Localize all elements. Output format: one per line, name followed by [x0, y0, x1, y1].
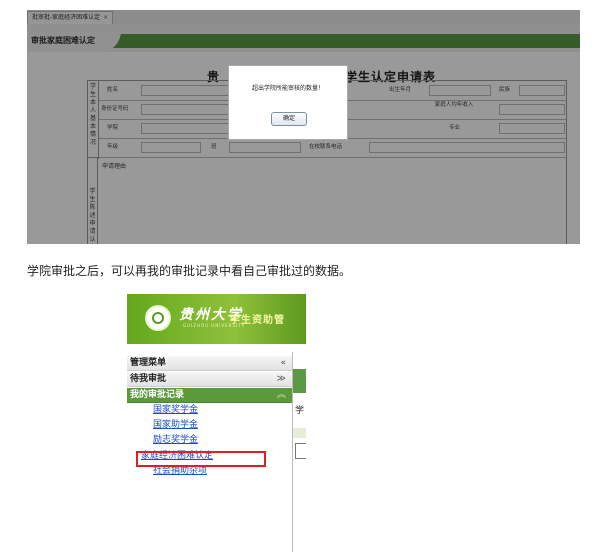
menu-item-national-scholarship[interactable]: 国家奖学金 [153, 405, 198, 416]
collapse-icon[interactable]: « [280, 356, 286, 371]
ok-button[interactable]: 确定 [271, 112, 307, 126]
menu-screenshot: 贵州大学 GUIZHOU UNIVERSITY 学生资助管 管理菜单 « 待我审… [127, 294, 306, 552]
content-header-band [293, 369, 306, 393]
content-band [293, 428, 306, 438]
content-box [295, 443, 306, 459]
emblem-ring [152, 312, 164, 324]
menu-item-national-grant[interactable]: 国家助学金 [153, 420, 198, 431]
approval-screenshot: 批审批-家庭经济困难认定 × 审批家庭困难认定 贵 学生认定申请表 学生本人基本情… [27, 10, 580, 244]
alert-dialog: 超出学院所能审核的数量！ 确定 [228, 65, 348, 140]
system-title: 学生资助管 [230, 315, 285, 326]
expand-icon[interactable]: ≫ [277, 372, 286, 387]
pending-label: 待我审批 [130, 374, 167, 384]
content-pane-text: 学 [295, 406, 305, 416]
menu-item-social-donation[interactable]: 社会捐助杂项 [153, 466, 207, 477]
menu-section-my-records[interactable]: 我的审批记录 ︽ [127, 388, 292, 403]
caption-text: 学院审批之后，可以再我的审批记录中看自己审批过的数据。 [27, 264, 352, 278]
site-banner: 贵州大学 GUIZHOU UNIVERSITY 学生资助管 [127, 294, 306, 344]
menu-section-pending[interactable]: 待我审批 ≫ [127, 372, 292, 387]
menu-header-label: 管理菜单 [130, 358, 167, 368]
content-pane: 学 [293, 352, 306, 552]
university-emblem-icon [145, 305, 171, 331]
my-records-label: 我的审批记录 [130, 390, 185, 400]
dialog-message: 超出学院所能审核的数量！ [251, 85, 324, 92]
sidebar-menu: 管理菜单 « 待我审批 ≫ 我的审批记录 ︽ 国家奖学金 国家助学金 励志奖学金… [127, 352, 293, 552]
collapse-up-icon[interactable]: ︽ [277, 388, 286, 403]
menu-header[interactable]: 管理菜单 « [127, 356, 292, 371]
highlight-box [136, 451, 266, 467]
menu-item-inspirational-scholarship[interactable]: 励志奖学金 [153, 435, 198, 446]
